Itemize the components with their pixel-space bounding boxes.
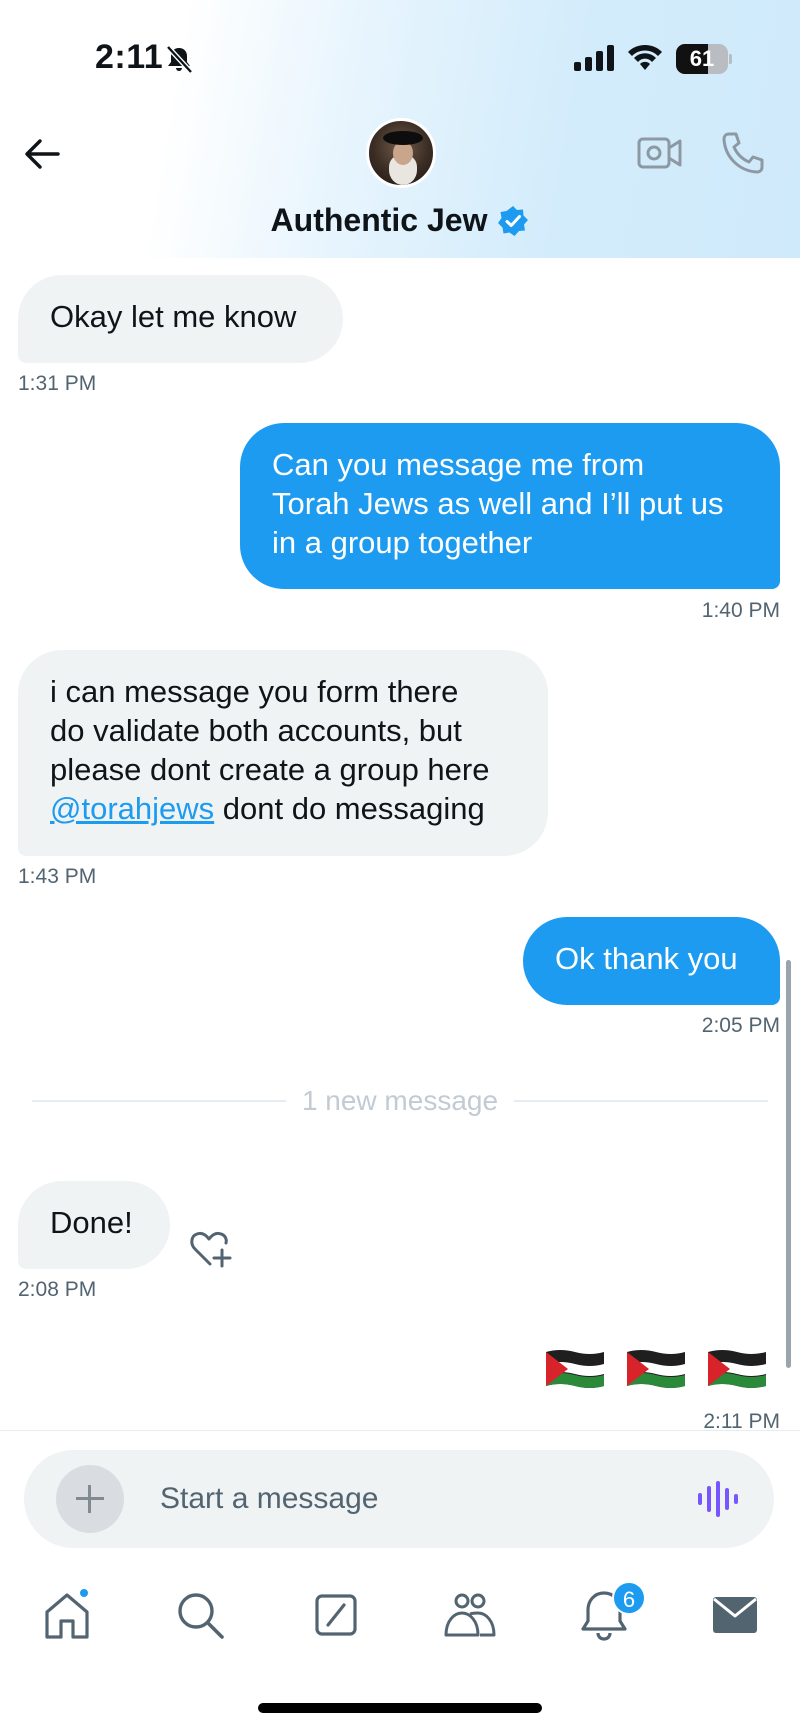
messages-icon[interactable] <box>705 1585 765 1645</box>
home-indicator[interactable] <box>258 1703 542 1713</box>
message-input[interactable] <box>160 1472 660 1526</box>
palestine-flag-emoji <box>708 1350 766 1388</box>
message-text: do validate both accounts, but <box>50 713 462 748</box>
message-bubble-incoming[interactable]: i can message you form there do validate… <box>18 650 548 856</box>
message-bubble-incoming[interactable]: Okay let me know <box>18 275 343 363</box>
home-unread-dot <box>78 1587 90 1599</box>
message-bubble-outgoing[interactable]: Can you message me from Torah Jews as we… <box>240 423 780 589</box>
message-bubble-incoming[interactable]: Done! <box>18 1181 170 1269</box>
contact-avatar[interactable] <box>366 118 436 188</box>
battery-percent: 61 <box>689 46 715 71</box>
message-timestamp: 2:05 PM <box>701 1014 780 1037</box>
message-timestamp: 1:31 PM <box>18 372 97 395</box>
palestine-flag-emoji <box>627 1350 685 1388</box>
message-bubble-outgoing[interactable]: Ok thank you <box>523 917 780 1005</box>
message-text: Done! <box>50 1205 133 1240</box>
scrollbar[interactable] <box>786 960 791 1368</box>
palestine-flag-emoji <box>546 1350 604 1388</box>
add-reaction-icon[interactable] <box>188 1226 234 1270</box>
new-messages-label: 1 new message <box>285 1085 515 1116</box>
message-text: in a group together <box>272 525 533 560</box>
phone-call-icon[interactable] <box>720 130 766 176</box>
communities-icon[interactable] <box>440 1585 500 1645</box>
video-call-icon[interactable] <box>637 130 683 176</box>
message-text: dont do messaging <box>214 791 485 826</box>
message-text: Ok thank you <box>555 941 738 976</box>
bell-muted-icon <box>166 45 193 74</box>
wifi-icon <box>628 44 662 70</box>
add-media-button[interactable] <box>56 1465 124 1533</box>
message-text: Can you message me from <box>272 447 645 482</box>
battery-indicator: 61 <box>676 44 732 74</box>
message-timestamp: 1:40 PM <box>701 599 780 622</box>
voice-message-icon[interactable] <box>696 1478 740 1520</box>
message-text: i can message you form there <box>50 674 459 709</box>
emoji-message-outgoing[interactable] <box>544 1346 774 1392</box>
message-timestamp: 2:08 PM <box>18 1278 97 1301</box>
contact-name-row[interactable]: Authentic Jew <box>0 200 800 239</box>
notifications-badge: 6 <box>612 1581 646 1615</box>
cellular-signal-icon <box>574 45 614 71</box>
bottom-tab-bar <box>0 1585 800 1645</box>
grok-icon[interactable] <box>306 1585 366 1645</box>
status-time: 2:11 <box>95 38 164 76</box>
verified-badge-icon <box>498 205 529 236</box>
message-text: Torah Jews as well and I’ll put us <box>272 486 724 521</box>
message-text: please dont create a group here <box>50 752 490 787</box>
contact-name: Authentic Jew <box>270 202 488 239</box>
search-icon[interactable] <box>170 1585 230 1645</box>
message-text: Okay let me know <box>50 299 297 334</box>
back-arrow-icon[interactable] <box>20 132 64 176</box>
mention-link[interactable]: @torahjews <box>50 791 214 826</box>
message-timestamp: 1:43 PM <box>18 865 97 888</box>
